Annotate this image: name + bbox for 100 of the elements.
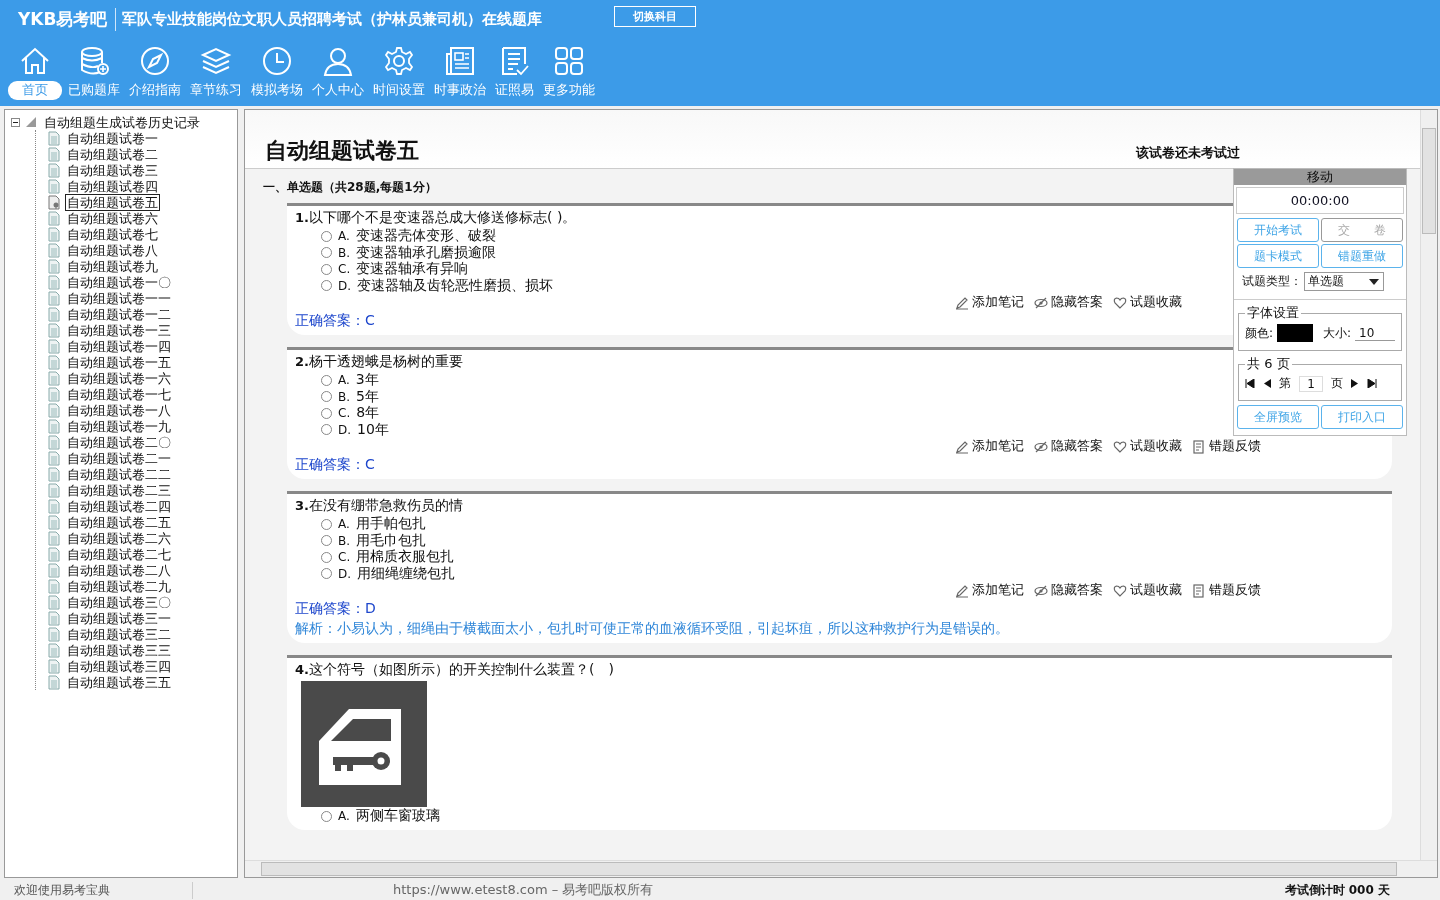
question-type-dropdown[interactable]: 单选题 — [1304, 272, 1384, 291]
tree-item[interactable]: 自动组题试卷三一 — [65, 609, 173, 627]
answer-action-link[interactable]: 隐藏答案 — [1034, 438, 1103, 455]
answer-action-link[interactable]: 试题收藏 — [1113, 582, 1182, 599]
answer-action-link[interactable]: 试题收藏 — [1113, 294, 1182, 311]
tree-item[interactable]: 自动组题试卷一九 — [65, 417, 173, 435]
tree-item[interactable]: 自动组题试卷一二 — [65, 305, 173, 323]
option-text: 用手帕包扎 — [355, 515, 426, 533]
radio-button[interactable] — [321, 518, 332, 530]
radio-button[interactable] — [321, 280, 332, 292]
tree-item[interactable]: 自动组题试卷二八 — [65, 561, 173, 579]
option-text: 10年 — [357, 420, 389, 439]
tree-item[interactable]: 自动组题试卷一三 — [65, 321, 173, 339]
option-label: B. — [338, 389, 351, 404]
compass-icon — [139, 45, 171, 77]
radio-button[interactable] — [321, 247, 332, 259]
tree-item[interactable]: 自动组题试卷二四 — [65, 497, 173, 515]
tree-item[interactable]: 自动组题试卷一四 — [65, 337, 173, 355]
document-icon — [48, 338, 60, 354]
document-icon — [48, 370, 60, 386]
answer-action-link[interactable]: 添加笔记 — [955, 294, 1024, 311]
document-icon — [48, 418, 60, 434]
tree-item[interactable]: 自动组题试卷三 — [65, 161, 160, 179]
tree-item[interactable]: 自动组题试卷三五 — [65, 673, 173, 691]
document-icon — [48, 658, 60, 674]
document-icon — [48, 642, 60, 658]
document-icon — [48, 162, 60, 178]
radio-button[interactable] — [321, 810, 332, 822]
document-icon — [48, 594, 60, 610]
timer-display: 00:00:00 — [1236, 187, 1404, 214]
radio-button[interactable] — [321, 230, 332, 242]
tree-item[interactable]: 自动组题试卷二六 — [65, 529, 173, 547]
vertical-scrollbar[interactable] — [1420, 110, 1437, 860]
tree-item[interactable]: 自动组题试卷六 — [65, 209, 160, 227]
radio-button[interactable] — [321, 424, 332, 436]
document-icon — [48, 178, 60, 194]
radio-button[interactable] — [321, 551, 332, 563]
tree-item[interactable]: 自动组题试卷二九 — [65, 577, 173, 595]
tree-item[interactable]: 自动组题试卷三〇 — [65, 593, 173, 611]
tree-item[interactable]: 自动组题试卷一一 — [65, 289, 173, 307]
tree-item[interactable]: 自动组题试卷三三 — [65, 641, 173, 659]
tree-item[interactable]: 自动组题试卷二 — [65, 145, 160, 163]
heart-icon — [1113, 295, 1127, 310]
option-text: 用细绳缠绕包扎 — [357, 564, 456, 583]
font-size-field[interactable]: 10 — [1355, 325, 1396, 341]
answer-action-link[interactable]: 试题收藏 — [1113, 438, 1182, 455]
tree-item[interactable]: 自动组题试卷五 — [65, 193, 160, 211]
radio-button[interactable] — [321, 391, 332, 403]
color-swatch[interactable] — [1277, 324, 1314, 342]
collapse-toggle-icon[interactable] — [11, 117, 20, 127]
tree-item[interactable]: 自动组题试卷一七 — [65, 385, 173, 403]
option-label: A. — [338, 373, 350, 388]
radio-button[interactable] — [321, 263, 332, 275]
tree-item[interactable]: 自动组题试卷二五 — [65, 513, 173, 531]
pencil-icon — [955, 583, 969, 598]
tree-item[interactable]: 自动组题试卷一 — [65, 129, 160, 147]
eye-slash-icon — [1034, 295, 1048, 310]
option-text: 8年 — [356, 404, 380, 423]
document-icon — [48, 530, 60, 546]
radio-button[interactable] — [321, 535, 332, 547]
panel-title-bar[interactable]: 移动 — [1234, 169, 1406, 185]
tree-item[interactable]: 自动组题试卷八 — [65, 241, 160, 259]
exam-status: 该试卷还未考试过 — [1136, 144, 1240, 162]
tree-item[interactable]: 自动组题试卷三四 — [65, 657, 173, 675]
option-text: 变速器轴及齿轮恶性磨损、损坏 — [357, 276, 554, 295]
tree-item[interactable]: 自动组题试卷一六 — [65, 369, 173, 387]
answer-action-link[interactable]: 错题反馈 — [1192, 438, 1261, 455]
answer-action-link[interactable]: 添加笔记 — [955, 438, 1024, 455]
tree-item[interactable]: 自动组题试卷一八 — [65, 401, 173, 419]
answer-action-link[interactable]: 添加笔记 — [955, 582, 1024, 599]
document-icon — [48, 578, 60, 594]
tree-item[interactable]: 自动组题试卷二七 — [65, 545, 173, 563]
tree-item[interactable]: 自动组题试卷二一 — [65, 449, 173, 467]
pencil-icon — [955, 295, 969, 310]
answer-action-link[interactable]: 隐藏答案 — [1034, 294, 1103, 311]
correct-answer: 正确答案：C — [295, 456, 375, 472]
radio-button[interactable] — [321, 374, 332, 386]
horizontal-scrollbar[interactable] — [245, 860, 1437, 877]
answer-action-link[interactable]: 隐藏答案 — [1034, 582, 1103, 599]
option-text: 用毛巾包扎 — [356, 531, 427, 549]
document-icon — [48, 258, 60, 274]
tree-item[interactable]: 自动组题试卷二三 — [65, 481, 173, 499]
tree-item[interactable]: 自动组题试卷二二 — [65, 465, 173, 483]
tree-item[interactable]: 自动组题试卷九 — [65, 257, 160, 275]
radio-button[interactable] — [321, 568, 332, 580]
gear-icon — [383, 45, 415, 77]
document-icon — [48, 434, 60, 450]
tree-item[interactable]: 自动组题试卷一五 — [65, 353, 173, 371]
document-icon — [48, 498, 60, 514]
tree-item[interactable]: 自动组题试卷二〇 — [65, 433, 173, 451]
document-icon — [48, 610, 60, 626]
answer-action-link[interactable]: 错题反馈 — [1192, 582, 1261, 599]
tree-root-label[interactable]: 自动组题生成试卷历史记录 — [42, 113, 202, 131]
radio-button[interactable] — [321, 407, 332, 419]
page-number-field[interactable]: 1 — [1299, 375, 1323, 392]
tree-item[interactable]: 自动组题试卷四 — [65, 177, 160, 195]
tree-item[interactable]: 自动组题试卷一〇 — [65, 273, 173, 291]
tree-item[interactable]: 自动组题试卷七 — [65, 225, 160, 243]
tree-item[interactable]: 自动组题试卷三二 — [65, 625, 173, 643]
document-icon — [48, 402, 60, 418]
